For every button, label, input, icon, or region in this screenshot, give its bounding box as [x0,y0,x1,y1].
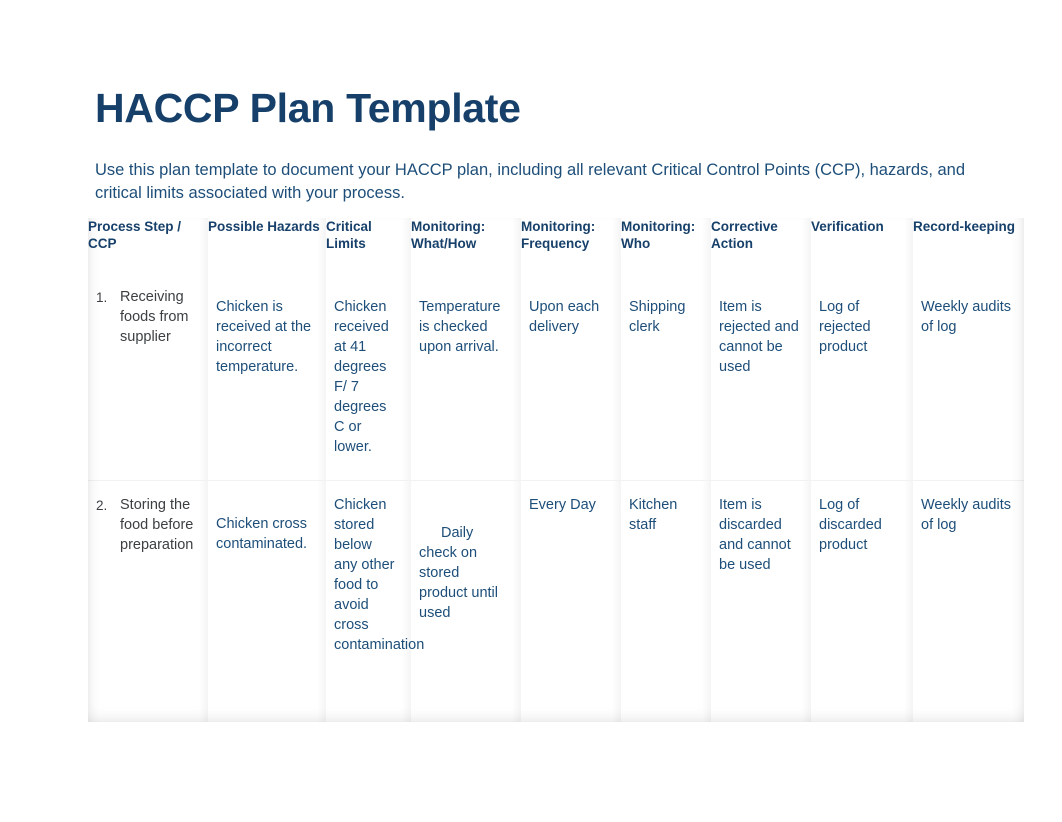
column-header-monitoring-frequency: Monitoring: Frequency [521,218,621,273]
column-header-monitoring-what-how: Monitoring: What/How [411,218,521,273]
table-header-row-group: Process Step / CCP Possible Hazards Crit… [88,218,1024,273]
haccp-table-container: Process Step / CCP Possible Hazards Crit… [88,218,1024,722]
cell-monitoring-what-how: Temperature is checked upon arrival. [411,273,521,481]
cell-possible-hazards: Chicken is received at the incorrect tem… [208,273,326,481]
cell-monitoring-what-how-text: Daily check on stored product until used [419,524,498,621]
document-page: HACCP Plan Template Use this plan templa… [0,0,1062,822]
cell-verification: Log of discarded product [811,480,913,722]
haccp-table: Process Step / CCP Possible Hazards Crit… [88,218,1024,722]
table-row: 2. Storing the food before preparation C… [88,480,1024,722]
cell-process-step: 2. Storing the food before preparation [88,480,208,722]
cell-verification: Log of rejected product [811,273,913,481]
cell-record-keeping: Weekly audits of log [921,496,1011,533]
column-header-possible-hazards: Possible Hazards [208,218,326,273]
cell-corrective-action: Item is discarded and cannot be used [711,480,811,722]
cell-monitoring-frequency: Upon each delivery [521,273,621,481]
cell-critical-limits: Chicken stored below any other food to a… [326,480,424,722]
column-header-process-step: Process Step / CCP [88,218,208,273]
cell-monitoring-frequency: Every Day [521,480,621,722]
column-header-monitoring-who: Monitoring: Who [621,218,711,273]
step-text: Storing the food before preparation [120,496,194,553]
table-row: 1. Receiving foods from supplier Chicken… [88,273,1024,481]
step-number: 1. [96,290,108,305]
cell-possible-hazards: Chicken cross contaminated. [208,480,326,722]
cell-monitoring-who: Shipping clerk [621,273,711,481]
cell-process-step: 1. Receiving foods from supplier [88,273,208,481]
page-title: HACCP Plan Template [95,85,521,131]
step-number: 2. [96,497,108,513]
table-body: 1. Receiving foods from supplier Chicken… [88,273,1024,722]
cell-critical-limits: Chicken received at 41 degrees F/ 7 degr… [326,273,411,481]
column-header-critical-limits: Critical Limits [326,218,411,273]
column-header-corrective-action: Corrective Action [711,218,811,273]
document-header: HACCP Plan Template Use this plan templa… [95,85,1025,206]
column-header-record-keeping: Record-keeping [913,219,1016,234]
cell-monitoring-who: Kitchen staff [621,480,711,722]
cell-corrective-action: Item is rejected and cannot be used [711,273,811,481]
page-subtitle: Use this plan template to document your … [95,160,966,203]
step-text: Receiving foods from supplier [120,289,189,345]
cell-record-keeping: Weekly audits of log [913,273,1024,481]
table-header-row: Process Step / CCP Possible Hazards Crit… [88,218,1024,273]
cell-monitoring-what-how: Daily check on stored product until used [411,480,521,722]
column-header-verification: Verification [811,218,913,273]
